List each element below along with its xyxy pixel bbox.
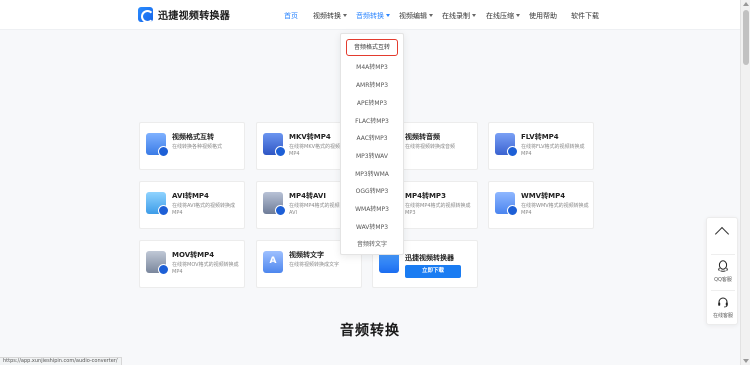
dropdown-item-m4a-mp3[interactable]: M4A转MP3: [341, 62, 403, 71]
site-header: 迅捷视频转换器 首页 视频转换 音频转换 视频编辑 在线录制 在线压缩 使用帮助…: [0, 0, 740, 30]
nav-video-convert[interactable]: 视频转换: [313, 11, 347, 21]
qq-icon: [718, 260, 728, 272]
back-to-top-button[interactable]: [707, 218, 739, 252]
dropdown-item-wav-mp3[interactable]: WAV转MP3: [341, 222, 403, 231]
download-now-button[interactable]: 立即下载: [405, 265, 461, 278]
wmv-file-icon: [495, 192, 518, 216]
nav-audio-convert-label: 音频转换: [356, 12, 384, 20]
card-desc: 在线将AVI格式的视频转换成MP4: [172, 203, 235, 216]
card-video-format[interactable]: 视频格式互转 在线转换各种视频格式: [139, 122, 245, 170]
nav-online-record[interactable]: 在线录制: [442, 11, 476, 21]
chevron-down-icon: [386, 14, 390, 17]
dropdown-item-aac-mp3[interactable]: AAC转MP3: [341, 133, 403, 142]
nav-video-edit-label: 视频编辑: [399, 12, 427, 20]
card-title: 视频转文字: [289, 251, 324, 259]
section-title: 音频转换: [340, 323, 400, 339]
card-flv-mp4[interactable]: FLV转MP4 在线将FLV格式的视频转换成MP4: [488, 122, 594, 170]
divider: [711, 254, 735, 255]
nav-online-compress-label: 在线压缩: [486, 12, 514, 20]
scroll-up-arrow-icon[interactable]: [743, 2, 749, 6]
nav-online-compress[interactable]: 在线压缩: [486, 11, 520, 21]
card-desc: 在线将FLV格式的视频转换成MP4: [521, 144, 585, 157]
chevron-down-icon: [343, 14, 347, 17]
dropdown-item-ogg-mp3[interactable]: OGG转MP3: [341, 186, 403, 195]
card-title: FLV转MP4: [521, 133, 559, 141]
card-desc: 在线将MP4格式的视频转换成MP3: [405, 203, 471, 216]
card-title: MKV转MP4: [289, 133, 331, 141]
card-mov-mp4[interactable]: MOV转MP4 在线将MOV格式的视频转换成MP4: [139, 240, 245, 288]
chevron-down-icon: [429, 14, 433, 17]
page-scrollbar[interactable]: [740, 0, 750, 365]
nav-video-convert-label: 视频转换: [313, 12, 341, 20]
chevron-down-icon: [472, 14, 476, 17]
dropdown-item-audio-format[interactable]: 音频格式互转: [346, 39, 398, 56]
card-title: AVI转MP4: [172, 192, 209, 200]
online-service-label: 在线客服: [712, 313, 733, 319]
scroll-thumb[interactable]: [743, 10, 749, 65]
nav-home[interactable]: 首页: [284, 11, 298, 21]
card-title: MOV转MP4: [172, 251, 215, 259]
dropdown-item-audio-text[interactable]: 音频转文字: [341, 239, 403, 248]
dropdown-item-wma-mp3[interactable]: WMA转MP3: [341, 204, 403, 213]
flv-file-icon: [495, 133, 518, 157]
card-title: MP4转MP3: [405, 192, 446, 200]
card-title: 视频格式互转: [172, 133, 214, 141]
divider: [711, 290, 735, 291]
card-desc: 在线将视频转换成文字: [289, 262, 340, 268]
card-desc: 在线将WMV格式的视频转换成MP4: [521, 203, 589, 216]
dropdown-item-mp3-wma[interactable]: MP3转WMA: [341, 169, 403, 178]
card-title: 视频转音频: [405, 133, 440, 141]
arrow-up-icon: [714, 226, 730, 242]
nav-video-edit[interactable]: 视频编辑: [399, 11, 433, 21]
mov-file-icon: [146, 251, 169, 275]
main-nav: 首页 视频转换 音频转换 视频编辑 在线录制 在线压缩 使用帮助 软件下载: [0, 0, 740, 30]
qq-service-label: QQ客服: [714, 277, 732, 283]
dropdown-item-amr-mp3[interactable]: AMR转MP3: [341, 80, 403, 89]
scroll-down-arrow-icon[interactable]: [743, 359, 749, 363]
status-bar-url: https://app.xunjieshipin.com/audio-conve…: [0, 357, 122, 365]
mp4-file-icon: [263, 192, 286, 216]
nav-help[interactable]: 使用帮助: [529, 11, 557, 21]
text-file-icon: A: [263, 251, 283, 273]
nav-audio-convert[interactable]: 音频转换: [356, 11, 390, 21]
card-desc: 在线转换各种视频格式: [172, 144, 223, 150]
video-file-icon: [146, 133, 169, 157]
online-service-button[interactable]: 在线客服: [707, 292, 739, 324]
card-title: WMV转MP4: [521, 192, 566, 200]
card-title: MP4转AVI: [289, 192, 326, 200]
dropdown-item-mp3-wav[interactable]: MP3转WAV: [341, 151, 403, 160]
dropdown-item-ape-mp3[interactable]: APE转MP3: [341, 98, 403, 107]
mkv-file-icon: [263, 133, 286, 157]
nav-online-record-label: 在线录制: [442, 12, 470, 20]
floating-service-panel: QQ客服 在线客服: [706, 217, 738, 325]
card-wmv-mp4[interactable]: WMV转MP4 在线将WMV格式的视频转换成MP4: [488, 181, 594, 229]
card-desc: 在线将MOV格式的视频转换成MP4: [172, 262, 239, 275]
headset-icon: [718, 297, 728, 308]
nav-download[interactable]: 软件下载: [571, 11, 599, 21]
audio-convert-dropdown: 音频格式互转 M4A转MP3 AMR转MP3 APE转MP3 FLAC转MP3 …: [340, 33, 404, 255]
card-desc: 在线将视频转换成音频: [405, 144, 456, 150]
avi-file-icon: [146, 192, 169, 216]
qq-service-button[interactable]: QQ客服: [707, 256, 739, 288]
icon-letter: A: [269, 256, 277, 266]
dropdown-item-flac-mp3[interactable]: FLAC转MP3: [341, 116, 403, 125]
card-avi-mp4[interactable]: AVI转MP4 在线将AVI格式的视频转换成MP4: [139, 181, 245, 229]
card-title: 迅捷视频转换器: [405, 254, 454, 262]
chevron-down-icon: [516, 14, 520, 17]
